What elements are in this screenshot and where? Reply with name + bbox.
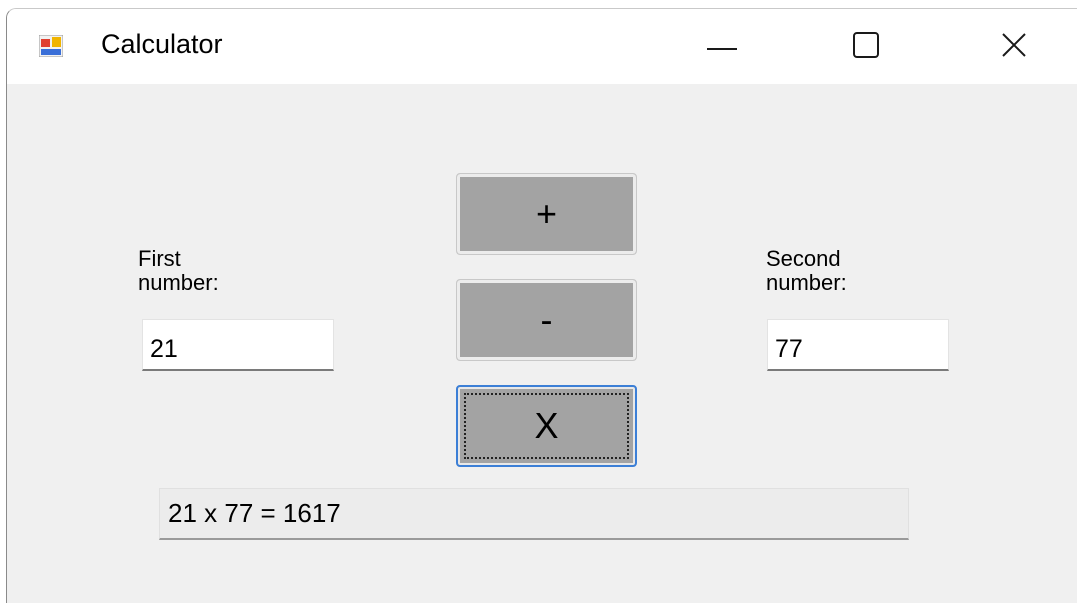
first-number-input[interactable] xyxy=(142,319,334,371)
calculator-window: Calculator First number: + - X Second nu… xyxy=(6,8,1077,603)
close-icon xyxy=(1001,32,1027,63)
window-title: Calculator xyxy=(101,29,223,59)
first-number-label: First number: xyxy=(138,246,219,295)
maximize-icon xyxy=(852,31,880,64)
add-button-label: + xyxy=(535,193,558,234)
subtract-button[interactable]: - xyxy=(456,279,637,361)
minimize-icon xyxy=(707,38,737,56)
app-icon xyxy=(38,34,64,58)
title-bar[interactable]: Calculator xyxy=(7,9,1077,84)
result-field: 21 x 77 = 1617 xyxy=(159,488,909,540)
minimize-button[interactable] xyxy=(687,19,757,75)
multiply-button[interactable]: X xyxy=(456,385,637,467)
close-button[interactable] xyxy=(979,19,1049,75)
second-number-label: Second number: xyxy=(766,246,847,295)
multiply-button-label: X xyxy=(534,405,559,446)
second-number-input[interactable] xyxy=(767,319,949,371)
maximize-button[interactable] xyxy=(831,19,901,75)
subtract-button-label: - xyxy=(540,299,553,340)
add-button[interactable]: + xyxy=(456,173,637,255)
